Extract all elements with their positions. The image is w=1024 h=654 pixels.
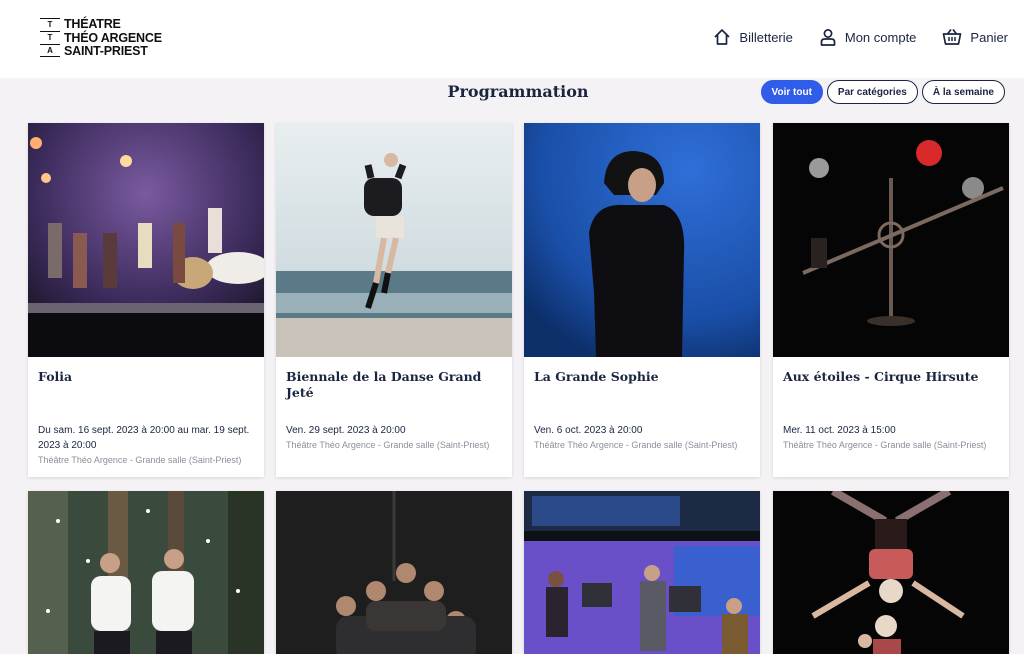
filter-bar: Voir tout Par catégories À la semaine bbox=[757, 80, 1005, 104]
event-info: Aux étoiles - Cirque Hirsute Mer. 11 oct… bbox=[773, 357, 1009, 477]
logo-line: SAINT-PRIEST bbox=[64, 44, 148, 58]
logo-text: THÉATRE THÉO ARGENCE SAINT-PRIEST bbox=[64, 17, 162, 59]
event-image[interactable] bbox=[276, 491, 512, 654]
event-image[interactable] bbox=[524, 491, 760, 654]
event-card[interactable] bbox=[276, 491, 512, 654]
main-nav: Billetterie Mon compte Panier bbox=[687, 28, 1008, 46]
site-logo[interactable]: T T A THÉATRE THÉO ARGENCE SAINT-PRIEST bbox=[40, 17, 162, 59]
event-card-folia[interactable]: Folia Du sam. 16 sept. 2023 à 20:00 au m… bbox=[28, 123, 264, 477]
nav-compte-label: Mon compte bbox=[844, 29, 917, 45]
logo-marks: T T A bbox=[40, 18, 60, 59]
logo-mark: A bbox=[40, 44, 60, 57]
filter-categories-button[interactable]: Par catégories bbox=[826, 80, 918, 104]
event-info: La Grande Sophie Ven. 6 oct. 2023 à 20:0… bbox=[524, 357, 760, 477]
event-card[interactable] bbox=[28, 491, 264, 654]
site-header: T T A THÉATRE THÉO ARGENCE SAINT-PRIEST … bbox=[0, 0, 1024, 78]
event-venue: Théâtre Théo Argence - Grande salle (Sai… bbox=[286, 440, 490, 450]
event-card-grande-sophie[interactable]: La Grande Sophie Ven. 6 oct. 2023 à 20:0… bbox=[524, 123, 760, 477]
nav-billetterie-label: Billetterie bbox=[739, 29, 793, 45]
event-card[interactable] bbox=[524, 491, 760, 654]
nav-billetterie[interactable]: Billetterie bbox=[713, 28, 793, 46]
logo-mark: T bbox=[40, 31, 60, 44]
event-image[interactable] bbox=[773, 491, 1009, 654]
event-info: Biennale de la Danse Grand Jeté Ven. 29 … bbox=[276, 357, 512, 477]
event-card-biennale[interactable]: Biennale de la Danse Grand Jeté Ven. 29 … bbox=[276, 123, 512, 477]
event-venue: Théâtre Théo Argence - Grande salle (Sai… bbox=[783, 440, 987, 450]
filter-voir-tout-button[interactable]: Voir tout bbox=[760, 80, 823, 104]
event-title[interactable]: Aux étoiles - Cirque Hirsute bbox=[783, 369, 1001, 385]
logo-line: THÉO ARGENCE bbox=[64, 30, 162, 45]
logo-mark: T bbox=[40, 18, 60, 31]
logo-line: THÉATRE bbox=[64, 17, 121, 31]
event-card-aux-etoiles[interactable]: Aux étoiles - Cirque Hirsute Mer. 11 oct… bbox=[773, 123, 1009, 477]
event-info: Folia Du sam. 16 sept. 2023 à 20:00 au m… bbox=[28, 357, 264, 477]
event-card[interactable] bbox=[773, 491, 1009, 654]
event-image[interactable] bbox=[28, 491, 264, 654]
event-image[interactable] bbox=[773, 123, 1009, 357]
nav-panier[interactable]: Panier bbox=[942, 28, 1008, 46]
home-icon bbox=[714, 29, 731, 45]
filter-semaine-button[interactable]: À la semaine bbox=[921, 80, 1005, 104]
event-image[interactable] bbox=[276, 123, 512, 357]
event-venue: Théâtre Théo Argence - Grande salle (Sai… bbox=[534, 440, 738, 450]
event-venue: Théâtre Théo Argence - Grande salle (Sai… bbox=[38, 455, 242, 465]
event-title[interactable]: Biennale de la Danse Grand Jeté bbox=[286, 369, 504, 401]
event-date: Du sam. 16 sept. 2023 à 20:00 au mar. 19… bbox=[38, 425, 250, 451]
user-icon bbox=[820, 29, 836, 46]
event-title[interactable]: Folia bbox=[38, 369, 256, 385]
event-title[interactable]: La Grande Sophie bbox=[534, 369, 752, 385]
event-image[interactable] bbox=[524, 123, 760, 357]
basket-icon bbox=[943, 28, 962, 45]
event-date: Ven. 6 oct. 2023 à 20:00 bbox=[534, 425, 643, 436]
nav-compte[interactable]: Mon compte bbox=[819, 28, 917, 46]
nav-panier-label: Panier bbox=[970, 29, 1008, 45]
event-image[interactable] bbox=[28, 123, 264, 357]
event-date: Mer. 11 oct. 2023 à 15:00 bbox=[783, 425, 896, 436]
event-date: Ven. 29 sept. 2023 à 20:00 bbox=[286, 425, 406, 436]
